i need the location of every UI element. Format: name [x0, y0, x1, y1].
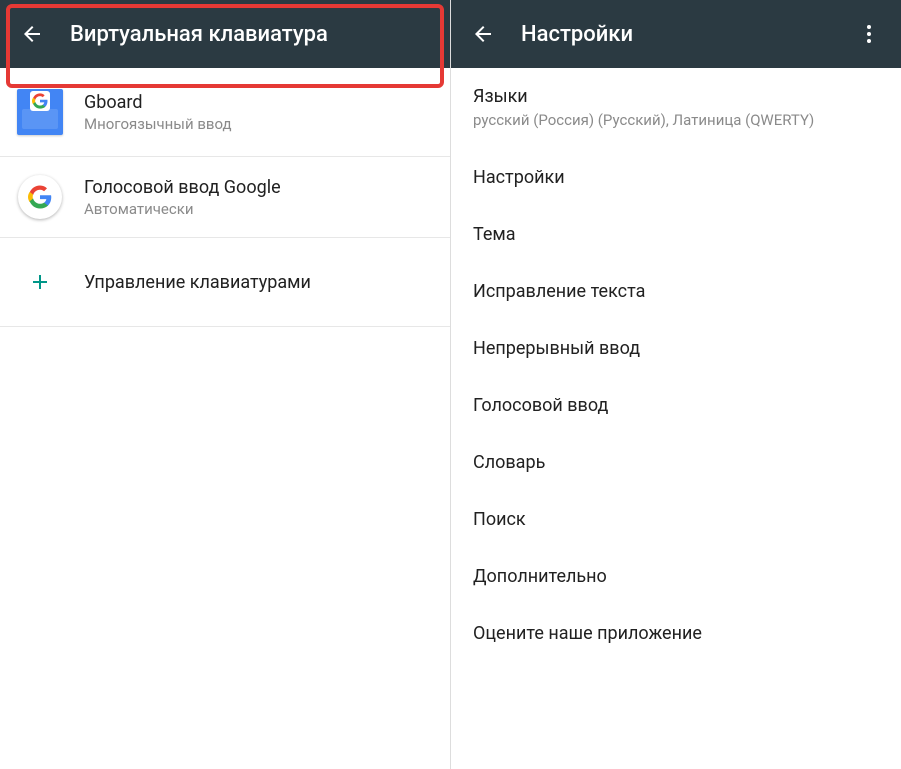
settings-item-title: Непрерывный ввод	[473, 338, 879, 359]
settings-item-title: Исправление текста	[473, 281, 879, 302]
settings-item-title: Оцените наше приложение	[473, 623, 879, 644]
back-button[interactable]	[12, 14, 52, 54]
virtual-keyboard-pane: Виртуальная клавиатура Gboard Многоязычн…	[0, 0, 450, 769]
settings-item-rate-app[interactable]: Оцените наше приложение	[451, 605, 901, 662]
back-arrow-icon	[471, 22, 495, 46]
manage-keyboards-label: Управление клавиатурами	[84, 272, 311, 293]
manage-keyboards[interactable]: Управление клавиатурами	[0, 238, 450, 327]
settings-item-theme[interactable]: Тема	[451, 206, 901, 263]
settings-item-title: Языки	[473, 86, 879, 107]
gboard-icon	[16, 88, 64, 136]
settings-item-title: Тема	[473, 224, 879, 245]
google-voice-title: Голосовой ввод Google	[84, 177, 281, 198]
settings-pane: Настройки Языки русский (Россия) (Русски…	[450, 0, 901, 769]
right-title: Настройки	[521, 22, 849, 47]
settings-item-title: Словарь	[473, 452, 879, 473]
settings-list: Языки русский (Россия) (Русский), Латини…	[451, 68, 901, 769]
back-button-right[interactable]	[463, 14, 503, 54]
settings-item-title: Дополнительно	[473, 566, 879, 587]
settings-item-sub: русский (Россия) (Русский), Латиница (QW…	[473, 111, 879, 131]
keyboard-item-gboard[interactable]: Gboard Многоязычный ввод	[0, 68, 450, 157]
more-vert-icon	[857, 22, 881, 46]
google-voice-icon	[16, 173, 64, 221]
settings-item-glide-typing[interactable]: Непрерывный ввод	[451, 320, 901, 377]
gboard-title: Gboard	[84, 92, 232, 113]
right-appbar: Настройки	[451, 0, 901, 68]
settings-item-dictionary[interactable]: Словарь	[451, 434, 901, 491]
settings-item-text-correction[interactable]: Исправление текста	[451, 263, 901, 320]
settings-item-advanced[interactable]: Дополнительно	[451, 548, 901, 605]
settings-item-title: Голосовой ввод	[473, 395, 879, 416]
left-list: Gboard Многоязычный ввод Голосовой ввод …	[0, 68, 450, 769]
settings-item-title: Настройки	[473, 167, 879, 188]
keyboard-item-google-voice[interactable]: Голосовой ввод Google Автоматически	[0, 157, 450, 238]
settings-item-languages[interactable]: Языки русский (Россия) (Русский), Латини…	[451, 68, 901, 149]
left-appbar: Виртуальная клавиатура	[0, 0, 450, 68]
overflow-menu-button[interactable]	[849, 14, 889, 54]
gboard-sub: Многоязычный ввод	[84, 115, 232, 133]
settings-item-preferences[interactable]: Настройки	[451, 149, 901, 206]
settings-item-title: Поиск	[473, 509, 879, 530]
settings-item-search[interactable]: Поиск	[451, 491, 901, 548]
settings-item-voice-typing[interactable]: Голосовой ввод	[451, 377, 901, 434]
back-arrow-icon	[20, 22, 44, 46]
plus-icon	[16, 258, 64, 306]
google-voice-sub: Автоматически	[84, 200, 281, 218]
left-title: Виртуальная клавиатура	[70, 22, 438, 47]
